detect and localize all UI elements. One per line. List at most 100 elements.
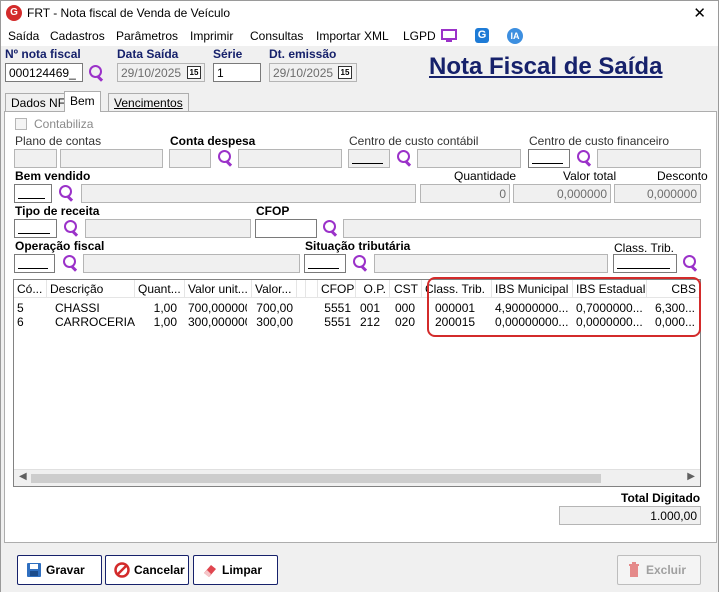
- conta-despesa-code[interactable]: [169, 149, 211, 168]
- situacao-tributaria-code[interactable]: [304, 254, 346, 273]
- cancelar-button[interactable]: Cancelar: [105, 555, 189, 585]
- tab-dados-nf[interactable]: Dados NF: [5, 93, 72, 111]
- contabiliza-checkbox[interactable]: [15, 118, 27, 130]
- monitor-icon[interactable]: [441, 29, 457, 43]
- col-header-cst[interactable]: CST: [390, 280, 422, 298]
- title-bar: G FRT - Nota fiscal de Venda de Veículo …: [1, 1, 718, 26]
- tipo-receita-code[interactable]: [14, 219, 57, 238]
- situacao-tributaria-desc: [374, 254, 608, 273]
- col-header-blank-2[interactable]: [306, 280, 318, 298]
- desconto-input[interactable]: 0,000000: [614, 184, 701, 203]
- close-icon[interactable]: ✕: [693, 4, 706, 22]
- desconto-label: Desconto: [657, 169, 708, 183]
- search-icon[interactable]: [681, 254, 699, 272]
- scroll-right-icon[interactable]: ▶: [687, 471, 695, 482]
- centro-custo-financeiro-desc: [597, 149, 701, 168]
- horizontal-scrollbar[interactable]: ◀ ▶: [14, 469, 700, 486]
- cell-descricao: CHASSI: [55, 301, 100, 315]
- nota-fiscal-input[interactable]: 000124469_: [5, 63, 83, 82]
- class-trib-input[interactable]: [613, 254, 677, 273]
- search-icon[interactable]: [216, 149, 234, 167]
- col-header-valor[interactable]: Valor...: [252, 280, 297, 298]
- cell-cfop: 5551: [324, 315, 351, 329]
- cfop-code[interactable]: [255, 219, 317, 238]
- bem-vendido-code[interactable]: [14, 184, 52, 203]
- menu-saida[interactable]: Saída: [8, 29, 39, 43]
- total-digitado-label: Total Digitado: [621, 491, 701, 505]
- tipo-receita-desc: [85, 219, 251, 238]
- page-title: Nota Fiscal de Saída: [429, 53, 663, 80]
- search-icon[interactable]: [395, 149, 413, 167]
- menu-importar-xml[interactable]: Importar XML: [316, 29, 389, 43]
- operacao-fiscal-desc: [83, 254, 300, 273]
- cell-valor-unit: 300,000000: [188, 315, 247, 329]
- g-badge-icon[interactable]: G: [475, 28, 489, 43]
- menu-parametros[interactable]: Parâmetros: [116, 29, 178, 43]
- plano-contas-desc: [60, 149, 163, 168]
- eraser-icon: [204, 565, 216, 577]
- gravar-label: Gravar: [46, 563, 85, 577]
- cell-valor-unit: 700,000000: [188, 301, 247, 315]
- window-title: FRT - Nota fiscal de Venda de Veículo: [27, 6, 231, 20]
- menu-bar: Saída Cadastros Parâmetros Imprimir Cons…: [1, 26, 718, 46]
- data-saida-label: Data Saída: [117, 47, 179, 61]
- tab-bem[interactable]: Bem: [64, 91, 101, 112]
- menu-cadastros[interactable]: Cadastros: [50, 29, 105, 43]
- search-icon[interactable]: [61, 254, 79, 272]
- main-window: G FRT - Nota fiscal de Venda de Veículo …: [0, 0, 719, 592]
- operacao-fiscal-label: Operação fiscal: [15, 239, 105, 253]
- highlight-annotation: [427, 277, 701, 337]
- bem-vendido-desc: [81, 184, 416, 203]
- centro-custo-financeiro-code[interactable]: [528, 149, 570, 168]
- cell-op: 212: [359, 315, 380, 329]
- centro-custo-contabil-desc: [417, 149, 521, 168]
- bem-vendido-label: Bem vendido: [15, 169, 91, 183]
- calendar-icon[interactable]: 15: [187, 66, 201, 79]
- cfop-label: CFOP: [256, 204, 290, 218]
- ia-badge-icon[interactable]: IA: [507, 28, 523, 44]
- centro-custo-contabil-label: Centro de custo contábil: [349, 134, 479, 148]
- gravar-button[interactable]: Gravar: [17, 555, 102, 585]
- scroll-thumb[interactable]: [31, 474, 601, 483]
- search-icon[interactable]: [57, 184, 75, 202]
- cell-codigo: 5: [17, 301, 24, 315]
- calendar-icon[interactable]: 15: [338, 66, 352, 79]
- menu-imprimir[interactable]: Imprimir: [190, 29, 233, 43]
- col-header-blank-1[interactable]: [297, 280, 306, 298]
- col-header-cfop[interactable]: CFOP: [318, 280, 356, 298]
- plano-contas-label: Plano de contas: [15, 134, 102, 148]
- floppy-disk-icon: [27, 563, 41, 577]
- search-icon[interactable]: [351, 254, 369, 272]
- search-icon[interactable]: [87, 64, 105, 82]
- situacao-tributaria-label: Situação tributária: [305, 239, 411, 253]
- cell-cst: 020: [394, 315, 415, 329]
- excluir-button[interactable]: Excluir: [617, 555, 701, 585]
- operacao-fiscal-code[interactable]: [14, 254, 55, 273]
- col-header-quantidade[interactable]: Quant...: [135, 280, 185, 298]
- cell-valor: 300,00: [256, 315, 293, 329]
- cell-cfop: 5551: [324, 301, 351, 315]
- centro-custo-contabil-code[interactable]: [348, 149, 390, 168]
- col-header-descricao[interactable]: Descrição: [47, 280, 135, 298]
- app-logo-icon: G: [6, 5, 22, 21]
- serie-input[interactable]: 1: [213, 63, 261, 82]
- col-header-op[interactable]: O.P.: [356, 280, 390, 298]
- col-header-codigo[interactable]: Có...: [14, 280, 47, 298]
- menu-consultas[interactable]: Consultas: [250, 29, 303, 43]
- search-icon[interactable]: [62, 219, 80, 237]
- valor-total-input[interactable]: 0,000000: [513, 184, 611, 203]
- menu-lgpd[interactable]: LGPD: [403, 29, 436, 43]
- cell-cst: 000: [394, 301, 415, 315]
- scroll-left-icon[interactable]: ◀: [19, 471, 27, 482]
- search-icon[interactable]: [321, 219, 339, 237]
- limpar-button[interactable]: Limpar: [193, 555, 278, 585]
- cell-quantidade: 1,00: [153, 315, 177, 329]
- excluir-label: Excluir: [646, 563, 687, 577]
- plano-contas-code[interactable]: [14, 149, 57, 168]
- col-header-valor-unit[interactable]: Valor unit...: [185, 280, 252, 298]
- search-icon[interactable]: [575, 149, 593, 167]
- conta-despesa-desc: [238, 149, 342, 168]
- quantidade-input[interactable]: 0: [420, 184, 510, 203]
- cell-quantidade: 1,00: [153, 301, 177, 315]
- tab-vencimentos[interactable]: Vencimentos: [108, 93, 189, 111]
